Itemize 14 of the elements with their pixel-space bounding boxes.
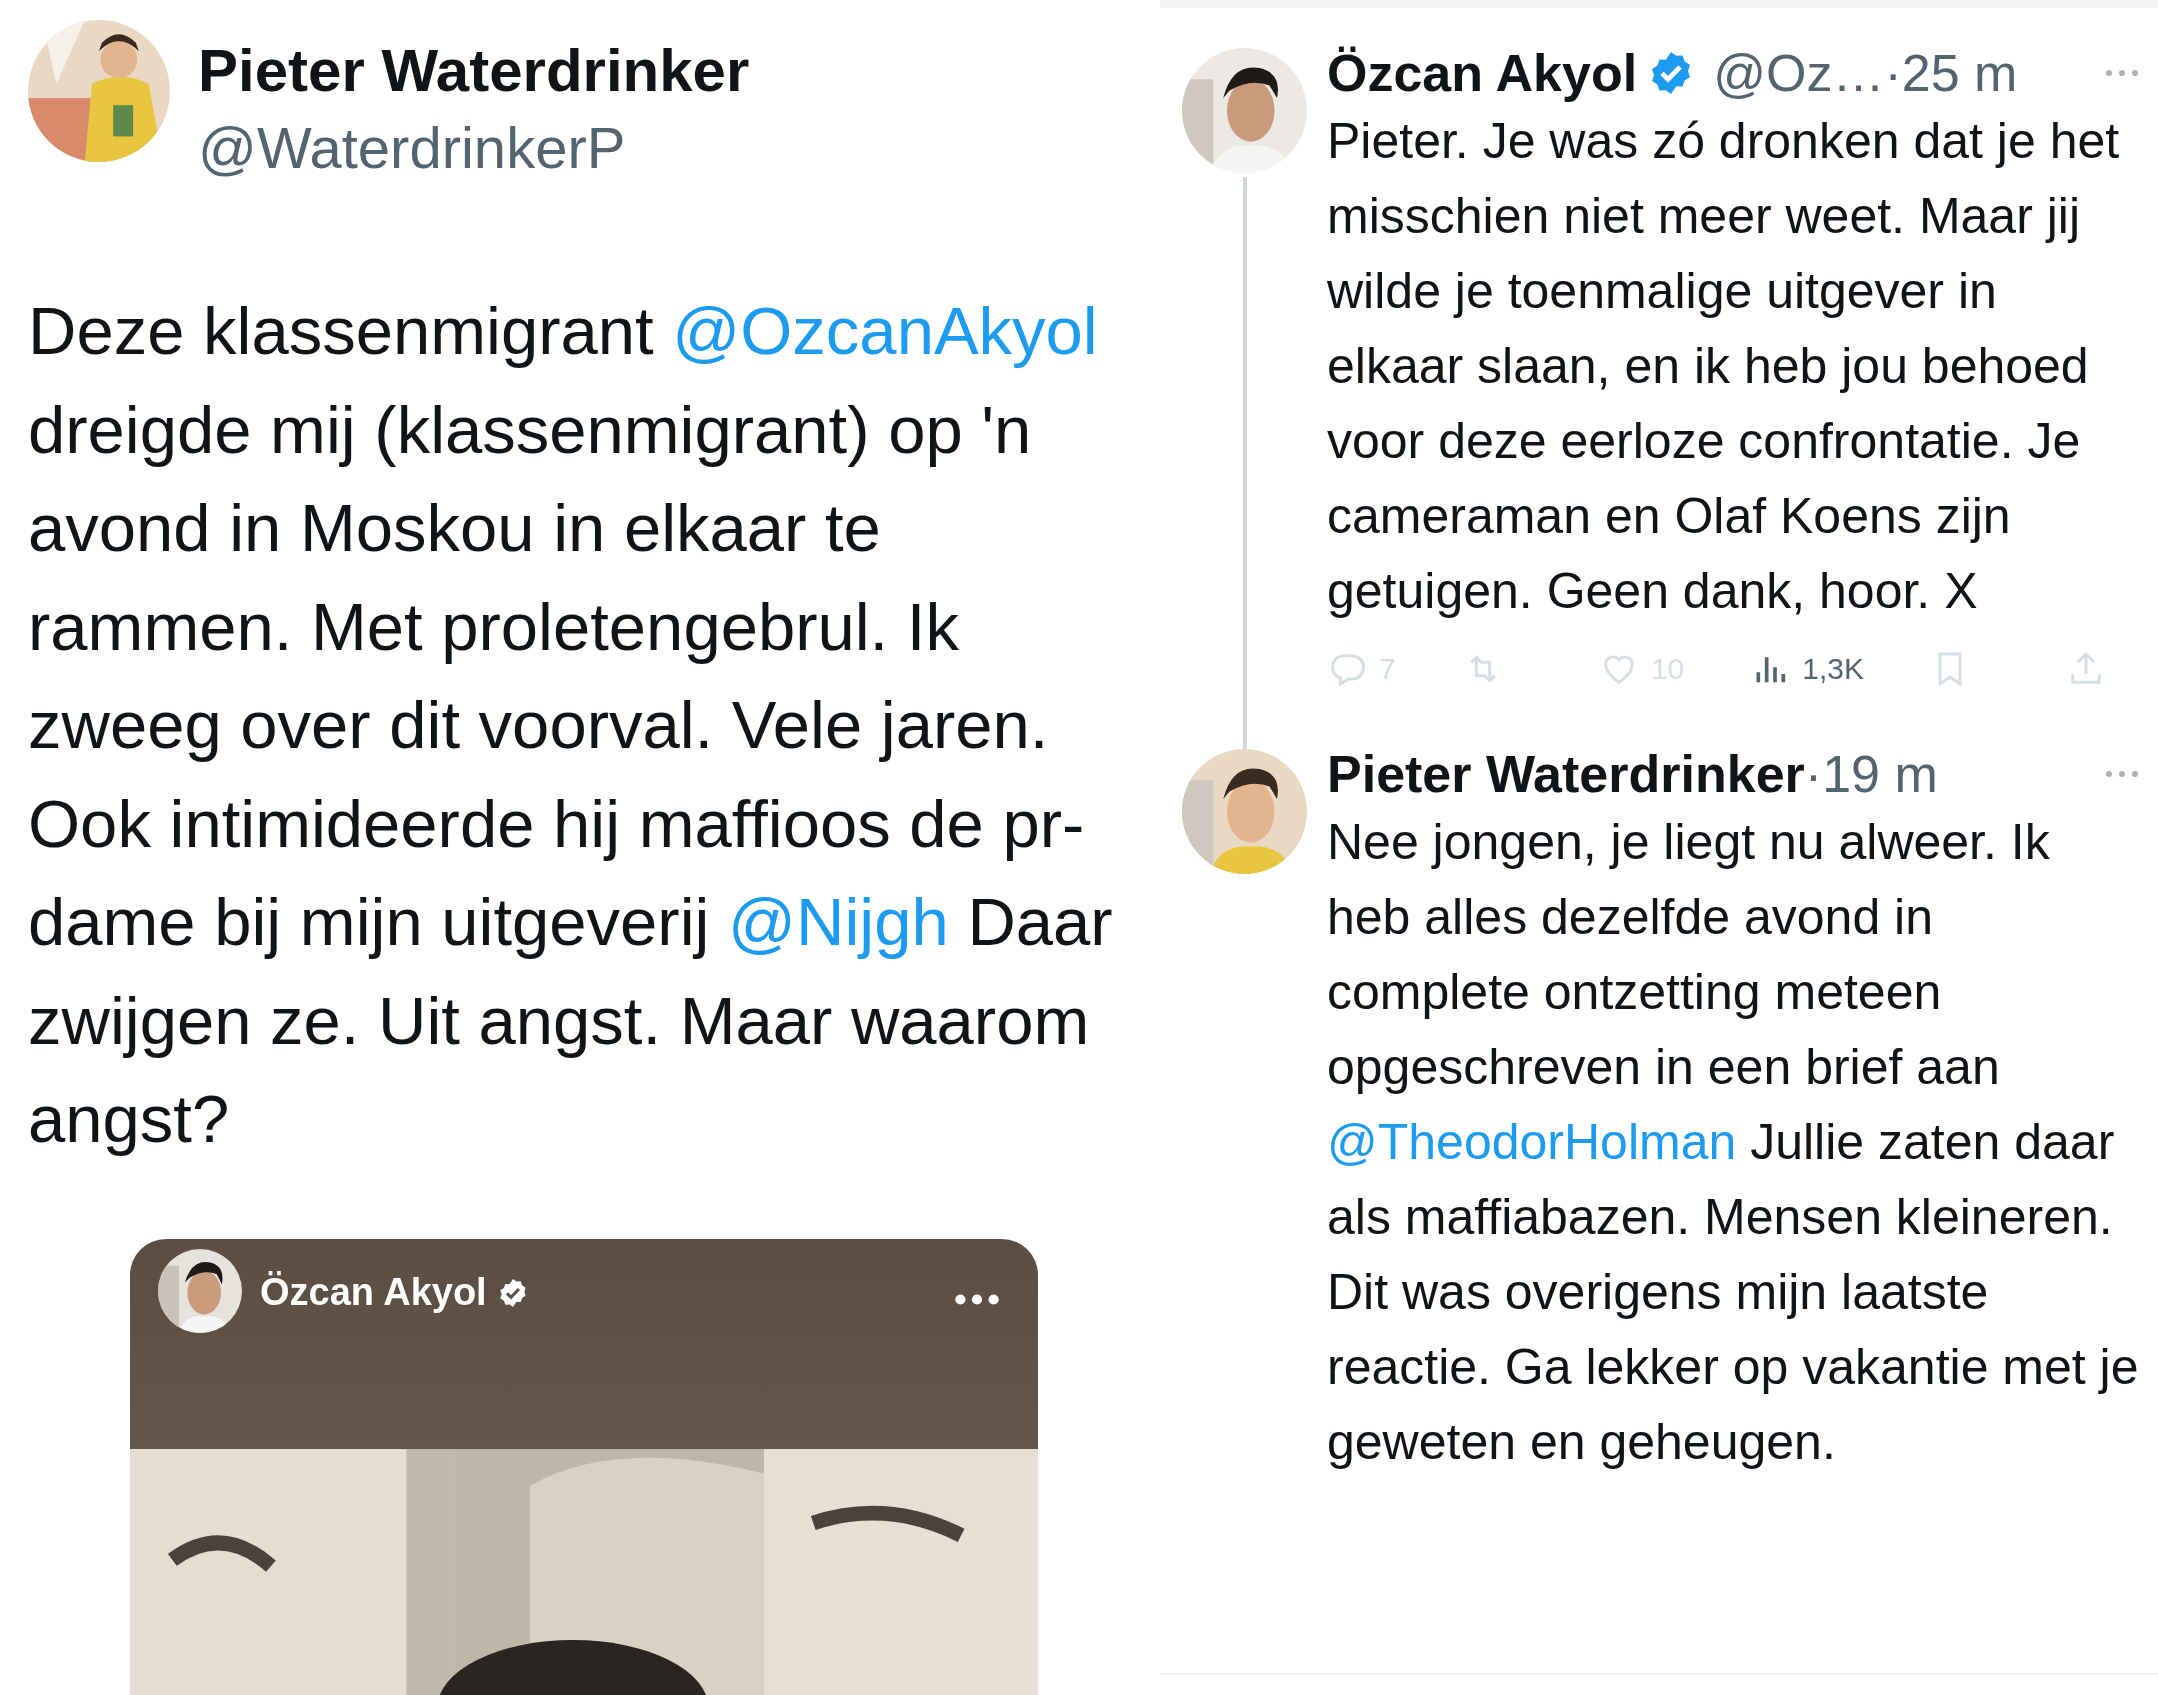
tweet-text: Deze klassenmigrant @OzcanAkyol dreigde mij (klassenmigrant) op 'n avond in Moskou in elkaar te rammen. Met proletengebrul. Ik zweeg over dit voorval. Vele jaren. Ook intimideerde hij maffioos de pr-dame bij mijn uitgeverij @Nijgh Daar zwijgen ze. Uit angst. Maar waarom angst? — [28, 292, 1114, 1158]
author-name[interactable]: Özcan Akyol — [1327, 43, 1638, 103]
author-handle[interactable]: @WaterdrinkerP — [198, 110, 750, 186]
more-icon[interactable] — [954, 1292, 1000, 1306]
reply-text: Nee jongen, je liegt nu alweer. Ik heb alles dezelfde avond in complete ontzetting meteen opgeschreven in een brief aan @TheodorHolman Jullie zaten daar als maffiabazen. Mensen kleineren. Dit was overigens mijn laatste reactie. Ga lekker op vakantie met je geweten en geheugen. — [1327, 813, 2140, 1472]
author-name[interactable]: Pieter Waterdrinker — [1327, 744, 1805, 804]
action-count: 1,3K — [1802, 652, 1864, 686]
author-name[interactable]: Pieter Waterdrinker — [198, 32, 750, 110]
embedded-post[interactable]: Özcan Akyol — [130, 1238, 1038, 1695]
reply-text: Pieter. Je was zó dronken dat je het misschien niet meer weet. Maar jij wilde je toenmalige uitgever in elkaar slaan, en ik heb jou behoed voor deze eerloze confrontatie. Je cameraman en Olaf Koens zijn getuigen. Geen dank, hoor. X — [1327, 112, 2121, 621]
post-time[interactable]: ·25 m — [1884, 43, 2018, 103]
post-author-name: Özcan Akyol — [260, 1270, 487, 1314]
author-handle[interactable]: @Oz… — [1713, 43, 1885, 103]
post-time[interactable]: ·19 m — [1804, 744, 1938, 804]
